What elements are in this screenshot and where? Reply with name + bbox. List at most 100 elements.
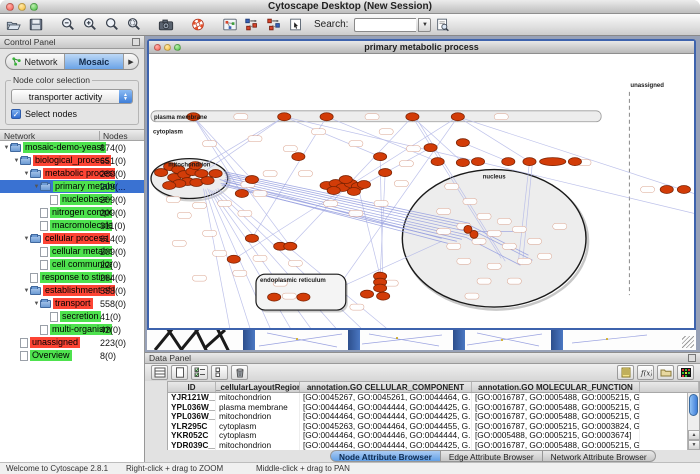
zoom-out-button[interactable]: [58, 16, 78, 34]
table-cell[interactable]: mitochondrion: [216, 412, 300, 422]
table-row[interactable]: YPL036W__1mitochondrion[GO:0044464, GO:0…: [168, 412, 699, 422]
node-color-combobox[interactable]: transporter activity ▲▼: [11, 89, 133, 104]
table-cell[interactable]: YPL036W__2: [168, 403, 216, 413]
net-zoom-button[interactable]: [174, 44, 181, 51]
network-node[interactable]: [379, 169, 392, 177]
expand-arrow-icon[interactable]: ▼: [23, 288, 30, 294]
tree-row[interactable]: ▼biological_process651(0): [0, 154, 144, 167]
table-row[interactable]: YKR052Ccytoplasm[GO:0044464, GO:0044446,…: [168, 431, 699, 441]
layout-copy-button[interactable]: [242, 16, 262, 34]
tree-row[interactable]: ▼mosaic-demo-yeast874(0): [0, 141, 144, 154]
table-cell[interactable]: YDR039C__1: [168, 441, 216, 451]
background-window-edge[interactable]: [551, 330, 563, 350]
network-node[interactable]: [540, 158, 566, 166]
zoom-button[interactable]: [30, 3, 38, 11]
table-cell[interactable]: YLR295C: [168, 422, 216, 432]
table-vertical-scrollbar[interactable]: ▲ ▼: [687, 393, 699, 450]
table-cell[interactable]: plasma membrane: [216, 403, 300, 413]
network-view-window[interactable]: primary metabolic process plasma membran…: [147, 39, 696, 330]
zoom-selected-button[interactable]: [124, 16, 144, 34]
background-window-edge[interactable]: [348, 330, 360, 350]
resize-grip[interactable]: [682, 336, 694, 348]
tree-row[interactable]: multi-organism pro42(0): [0, 323, 144, 336]
table-cell[interactable]: YJR121W__1: [168, 393, 216, 403]
column-header[interactable]: annotation.GO MOLECULAR_FUNCTION: [472, 382, 640, 392]
tree-row[interactable]: ▼transport558(0): [0, 297, 144, 310]
tree-header-network[interactable]: Network: [4, 131, 35, 141]
tree-row[interactable]: cellular metabo209(0): [0, 245, 144, 258]
snapshot-button[interactable]: [156, 16, 176, 34]
function-builder-button[interactable]: f(x): [637, 365, 654, 380]
select-nodes-checkbox[interactable]: ✓: [11, 109, 21, 119]
expand-arrow-icon[interactable]: ▼: [23, 171, 30, 177]
expand-arrow-icon[interactable]: ▼: [3, 145, 10, 151]
table-cell[interactable]: [GO:0045267, GO:0045261, GO:0044464, G..…: [300, 393, 472, 403]
table-cell[interactable]: [GO:0044464, GO:0044446, GO:0044444, G..…: [300, 431, 472, 441]
table-cell[interactable]: [GO:0044464, GO:0044444, GO:0044425, G..…: [300, 403, 472, 413]
network-node[interactable]: [374, 153, 387, 161]
tree-row[interactable]: unassigned223(0): [0, 336, 144, 349]
tree-row[interactable]: ▼cellular process614(0): [0, 232, 144, 245]
network-node[interactable]: [227, 255, 240, 263]
tab-overflow-arrow[interactable]: ▶: [124, 54, 138, 69]
table-cell[interactable]: [GO:0016787, GO:0005488, GO:0005215, G..…: [472, 441, 640, 451]
table-cell[interactable]: YPL036W__1: [168, 412, 216, 422]
help-button[interactable]: [188, 16, 208, 34]
tree-row[interactable]: ▼metabolic process280(0): [0, 167, 144, 180]
table-row[interactable]: YLR295Ccytoplasm[GO:0045263, GO:0044464,…: [168, 422, 699, 432]
network-node[interactable]: [502, 158, 515, 166]
network-node[interactable]: [677, 186, 690, 194]
network-node[interactable]: [374, 284, 387, 292]
scrollbar-thumb[interactable]: [689, 394, 698, 416]
float-panel-icon[interactable]: [688, 354, 696, 362]
network-node[interactable]: [284, 242, 297, 250]
table-cell[interactable]: mitochondrion: [216, 393, 300, 403]
table-cell[interactable]: mitochondrion: [216, 441, 300, 451]
net-minimize-button[interactable]: [164, 44, 171, 51]
tree-row[interactable]: response to stimulu264(0): [0, 271, 144, 284]
search-options-button[interactable]: [433, 16, 453, 34]
table-row[interactable]: YJR121W__1mitochondrion[GO:0045267, GO:0…: [168, 393, 699, 403]
table-cell[interactable]: cytoplasm: [216, 431, 300, 441]
tree-row[interactable]: ▼primary metabo209(...: [0, 180, 144, 193]
table-row[interactable]: YDR039C__1mitochondrion[GO:0044464, GO:0…: [168, 441, 699, 451]
tree-row[interactable]: secretion41(0): [0, 310, 144, 323]
table-cell[interactable]: [GO:0016787, GO:0005488, GO:0005215, G..…: [472, 393, 640, 403]
network-node[interactable]: [320, 113, 333, 121]
network-window-titlebar[interactable]: primary metabolic process: [149, 41, 694, 54]
network-node[interactable]: [456, 159, 469, 167]
network-node[interactable]: [268, 293, 281, 301]
network-node[interactable]: [456, 139, 469, 147]
network-node[interactable]: [568, 158, 581, 166]
network-node[interactable]: [292, 153, 305, 161]
network-node[interactable]: [424, 144, 437, 152]
network-node[interactable]: [406, 113, 419, 121]
expand-arrow-icon[interactable]: ▼: [23, 236, 30, 242]
network-node[interactable]: [660, 186, 673, 194]
table-cell[interactable]: [GO:0016787, GO:0005488, GO:0005215, G..…: [472, 412, 640, 422]
save-button[interactable]: [26, 16, 46, 34]
zoom-in-button[interactable]: [80, 16, 100, 34]
float-panel-icon[interactable]: [132, 38, 140, 46]
network-node[interactable]: [163, 182, 176, 190]
delete-attribute-button[interactable]: [231, 365, 248, 380]
tab-network[interactable]: Network: [6, 54, 65, 69]
annotation-button[interactable]: [286, 16, 306, 34]
expand-arrow-icon[interactable]: ▼: [13, 158, 20, 164]
tab-network-attribute-browser[interactable]: Network Attribute Browser: [543, 450, 656, 462]
table-cell[interactable]: [GO:0016787, GO:0005215, GO:0003824, G..…: [472, 422, 640, 432]
network-node[interactable]: [201, 177, 214, 185]
network-node[interactable]: [377, 292, 390, 300]
select-attributes-button[interactable]: [191, 365, 208, 380]
expand-arrow-icon[interactable]: ▼: [33, 184, 40, 190]
network-node[interactable]: [297, 293, 310, 301]
tree-row[interactable]: nitrogen compo209(0): [0, 206, 144, 219]
network-view-button[interactable]: [220, 16, 240, 34]
network-node[interactable]: [451, 113, 464, 121]
minimize-button[interactable]: [18, 3, 26, 11]
table-cell[interactable]: [GO:0045263, GO:0044464, GO:0044455, G..…: [300, 422, 472, 432]
table-cell[interactable]: YKR052C: [168, 431, 216, 441]
network-node[interactable]: [470, 230, 478, 238]
tab-edge-attribute-browser[interactable]: Edge Attribute Browser: [441, 450, 543, 462]
table-cell[interactable]: cytoplasm: [216, 422, 300, 432]
